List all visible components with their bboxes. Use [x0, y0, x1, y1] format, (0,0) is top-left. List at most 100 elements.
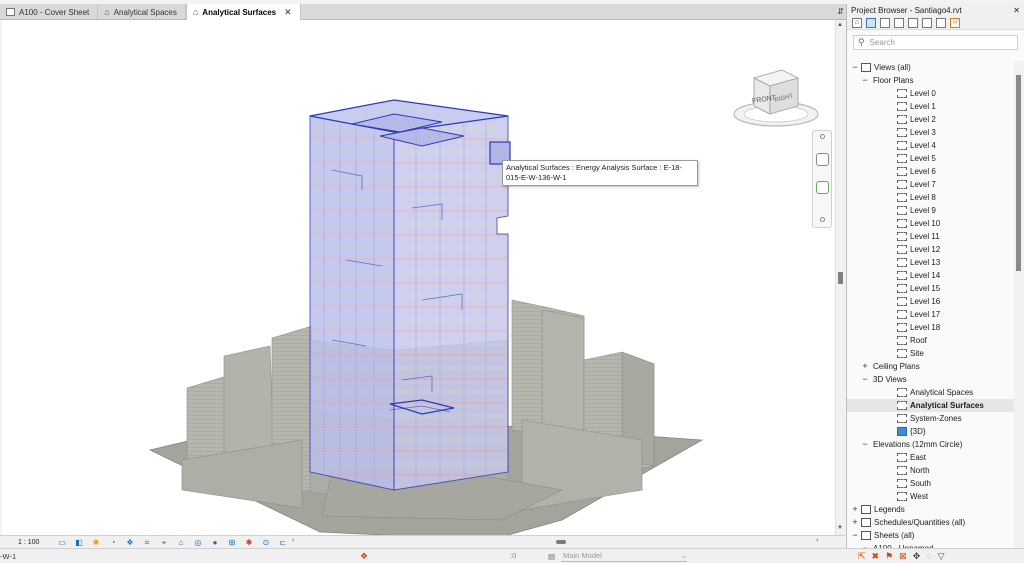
collapse-icon[interactable]: −	[861, 542, 869, 548]
shadows-icon[interactable]: ◔	[107, 538, 119, 547]
tree-item[interactable]: Analytical Surfaces	[847, 399, 1014, 412]
3d-view-canvas[interactable]: Analytical Surfaces : Energy Analysis Su…	[2, 20, 835, 535]
crop-view-icon[interactable]: ⌗	[141, 538, 153, 547]
tree-item[interactable]: Level 2	[847, 113, 1014, 126]
tree-item[interactable]: Level 5	[847, 152, 1014, 165]
zoom-region-icon[interactable]	[816, 181, 829, 194]
background-process-icon[interactable]: ◌	[926, 551, 931, 562]
temporary-hide-icon[interactable]: ◎	[192, 538, 204, 547]
close-panel-icon[interactable]: ✕	[1013, 6, 1020, 15]
tab-menu-icon[interactable]: ⇵	[837, 7, 844, 16]
tree-item[interactable]: Level 13	[847, 256, 1014, 269]
scrollbar-thumb[interactable]	[556, 540, 566, 544]
scrollbar-thumb[interactable]	[838, 272, 843, 284]
building-model-render[interactable]	[2, 20, 835, 535]
tree-item[interactable]: Level 12	[847, 243, 1014, 256]
tree-item[interactable]: Site	[847, 347, 1014, 360]
highlight-displacement-icon[interactable]: ⊙	[260, 538, 272, 547]
tree-item[interactable]: Level 0	[847, 87, 1014, 100]
tree-item[interactable]: − Floor Plans	[847, 74, 1014, 87]
expand-icon[interactable]: +	[851, 516, 859, 529]
visual-style-icon[interactable]: ◧	[73, 538, 85, 547]
worksets-icon[interactable]: ❖	[360, 551, 368, 562]
collapse-icon[interactable]: −	[851, 529, 859, 542]
search-field[interactable]: ⚲ Search	[853, 35, 1018, 50]
canvas-horizontal-scrollbar[interactable]: ‹ ›	[292, 537, 828, 546]
unlock-3d-icon[interactable]: ⌂	[175, 538, 187, 547]
tree-item[interactable]: Level 3	[847, 126, 1014, 139]
filter-icon[interactable]: ▽	[938, 551, 945, 562]
tree-item[interactable]: {3D}	[847, 425, 1014, 438]
tab-cover-sheet[interactable]: A100 - Cover Sheet	[0, 4, 99, 20]
active-model-selector[interactable]: ▤ Main Model ⌄	[548, 550, 716, 562]
viewcube[interactable]: FRONT RIGHT	[730, 56, 822, 136]
expand-icon[interactable]: +	[851, 503, 859, 516]
tree-item[interactable]: Level 14	[847, 269, 1014, 282]
worksharing-icon[interactable]: ⊞	[226, 538, 238, 547]
tree-item[interactable]: − Sheets (all)	[847, 529, 1014, 542]
scroll-up-icon[interactable]: ▲	[837, 22, 843, 28]
reveal-hidden-icon[interactable]: ●	[209, 538, 221, 547]
tree-item[interactable]: + Legends	[847, 503, 1014, 516]
tab-analytical-surfaces[interactable]: ⌂ Analytical Surfaces ✕	[185, 4, 301, 20]
select-by-face-icon[interactable]: ⊠	[899, 551, 907, 562]
tree-item[interactable]: Level 17	[847, 308, 1014, 321]
collapse-icon[interactable]: −	[861, 373, 869, 386]
groups-filter-icon[interactable]	[922, 17, 932, 28]
sheets-filter-icon[interactable]	[936, 17, 946, 28]
detail-level-icon[interactable]: ▭	[56, 538, 68, 547]
browser-scrollbar[interactable]	[1014, 61, 1024, 548]
tree-item[interactable]: East	[847, 451, 1014, 464]
show-crop-icon[interactable]: ⌖	[158, 538, 170, 547]
tree-item[interactable]: North	[847, 464, 1014, 477]
select-underlay-icon[interactable]: ✖	[872, 551, 880, 562]
view-scale[interactable]: 1 : 100	[0, 539, 56, 546]
select-pinned-icon[interactable]: ⚑	[885, 551, 893, 562]
render-icon[interactable]: ❖	[124, 538, 136, 547]
links-filter-icon[interactable]: ∞	[950, 17, 960, 28]
collapse-icon[interactable]: −	[851, 61, 859, 74]
tab-analytical-spaces[interactable]: ⌂ Analytical Spaces	[98, 4, 186, 20]
tree-item[interactable]: South	[847, 477, 1014, 490]
tree-item[interactable]: −3D Views	[847, 373, 1014, 386]
table-filter-icon[interactable]	[894, 17, 904, 28]
tree-item[interactable]: Level 8	[847, 191, 1014, 204]
tree-item[interactable]: Level 15	[847, 282, 1014, 295]
tree-item[interactable]: West	[847, 490, 1014, 503]
drag-elements-icon[interactable]: ✥	[913, 551, 921, 562]
analytical-model-icon[interactable]: ✱	[243, 538, 255, 547]
select-links-icon[interactable]: ⇱	[858, 551, 866, 562]
sun-path-icon[interactable]: ✺	[90, 538, 102, 547]
tree-item[interactable]: Level 4	[847, 139, 1014, 152]
tree-item[interactable]: Level 7	[847, 178, 1014, 191]
tree-item[interactable]: − Views (all)	[847, 61, 1014, 74]
collapse-icon[interactable]: −	[861, 438, 869, 451]
collapse-icon[interactable]: −	[861, 74, 869, 87]
tree-item[interactable]: Roof	[847, 334, 1014, 347]
expand-icon[interactable]: +	[861, 360, 869, 373]
scrollbar-thumb[interactable]	[1016, 75, 1021, 271]
tree-item[interactable]: + Ceiling Plans	[847, 360, 1014, 373]
tree-item[interactable]: Level 18	[847, 321, 1014, 334]
close-tab-icon[interactable]: ✕	[284, 7, 292, 18]
tree-item[interactable]: + Schedules/Quantities (all)	[847, 516, 1014, 529]
tree-item[interactable]: Level 16	[847, 295, 1014, 308]
reveal-constraints-icon[interactable]: ⊏	[277, 538, 289, 547]
canvas-vertical-scrollbar[interactable]: ▲ ▼	[835, 20, 845, 535]
schedules-filter-icon[interactable]	[880, 17, 890, 28]
tree-item[interactable]: Level 6	[847, 165, 1014, 178]
steering-wheel-icon[interactable]	[816, 153, 829, 166]
tree-item[interactable]: System-Zones	[847, 412, 1014, 425]
tree-item[interactable]: −A100 - Unnamed	[847, 542, 1014, 548]
tree-item[interactable]: − Elevations (12mm Circle)	[847, 438, 1014, 451]
tree-item[interactable]: Analytical Spaces	[847, 386, 1014, 399]
tree-item[interactable]: Level 10	[847, 217, 1014, 230]
scroll-right-icon[interactable]: ›	[816, 537, 818, 544]
families-filter-icon[interactable]	[908, 17, 918, 28]
tree-item[interactable]: Level 9	[847, 204, 1014, 217]
tree-item[interactable]: Level 1	[847, 100, 1014, 113]
scroll-left-icon[interactable]: ‹	[292, 537, 294, 544]
tree-item[interactable]: Level 11	[847, 230, 1014, 243]
design-options-icon[interactable]: ▤	[548, 552, 555, 561]
views-filter-icon[interactable]	[866, 17, 876, 28]
